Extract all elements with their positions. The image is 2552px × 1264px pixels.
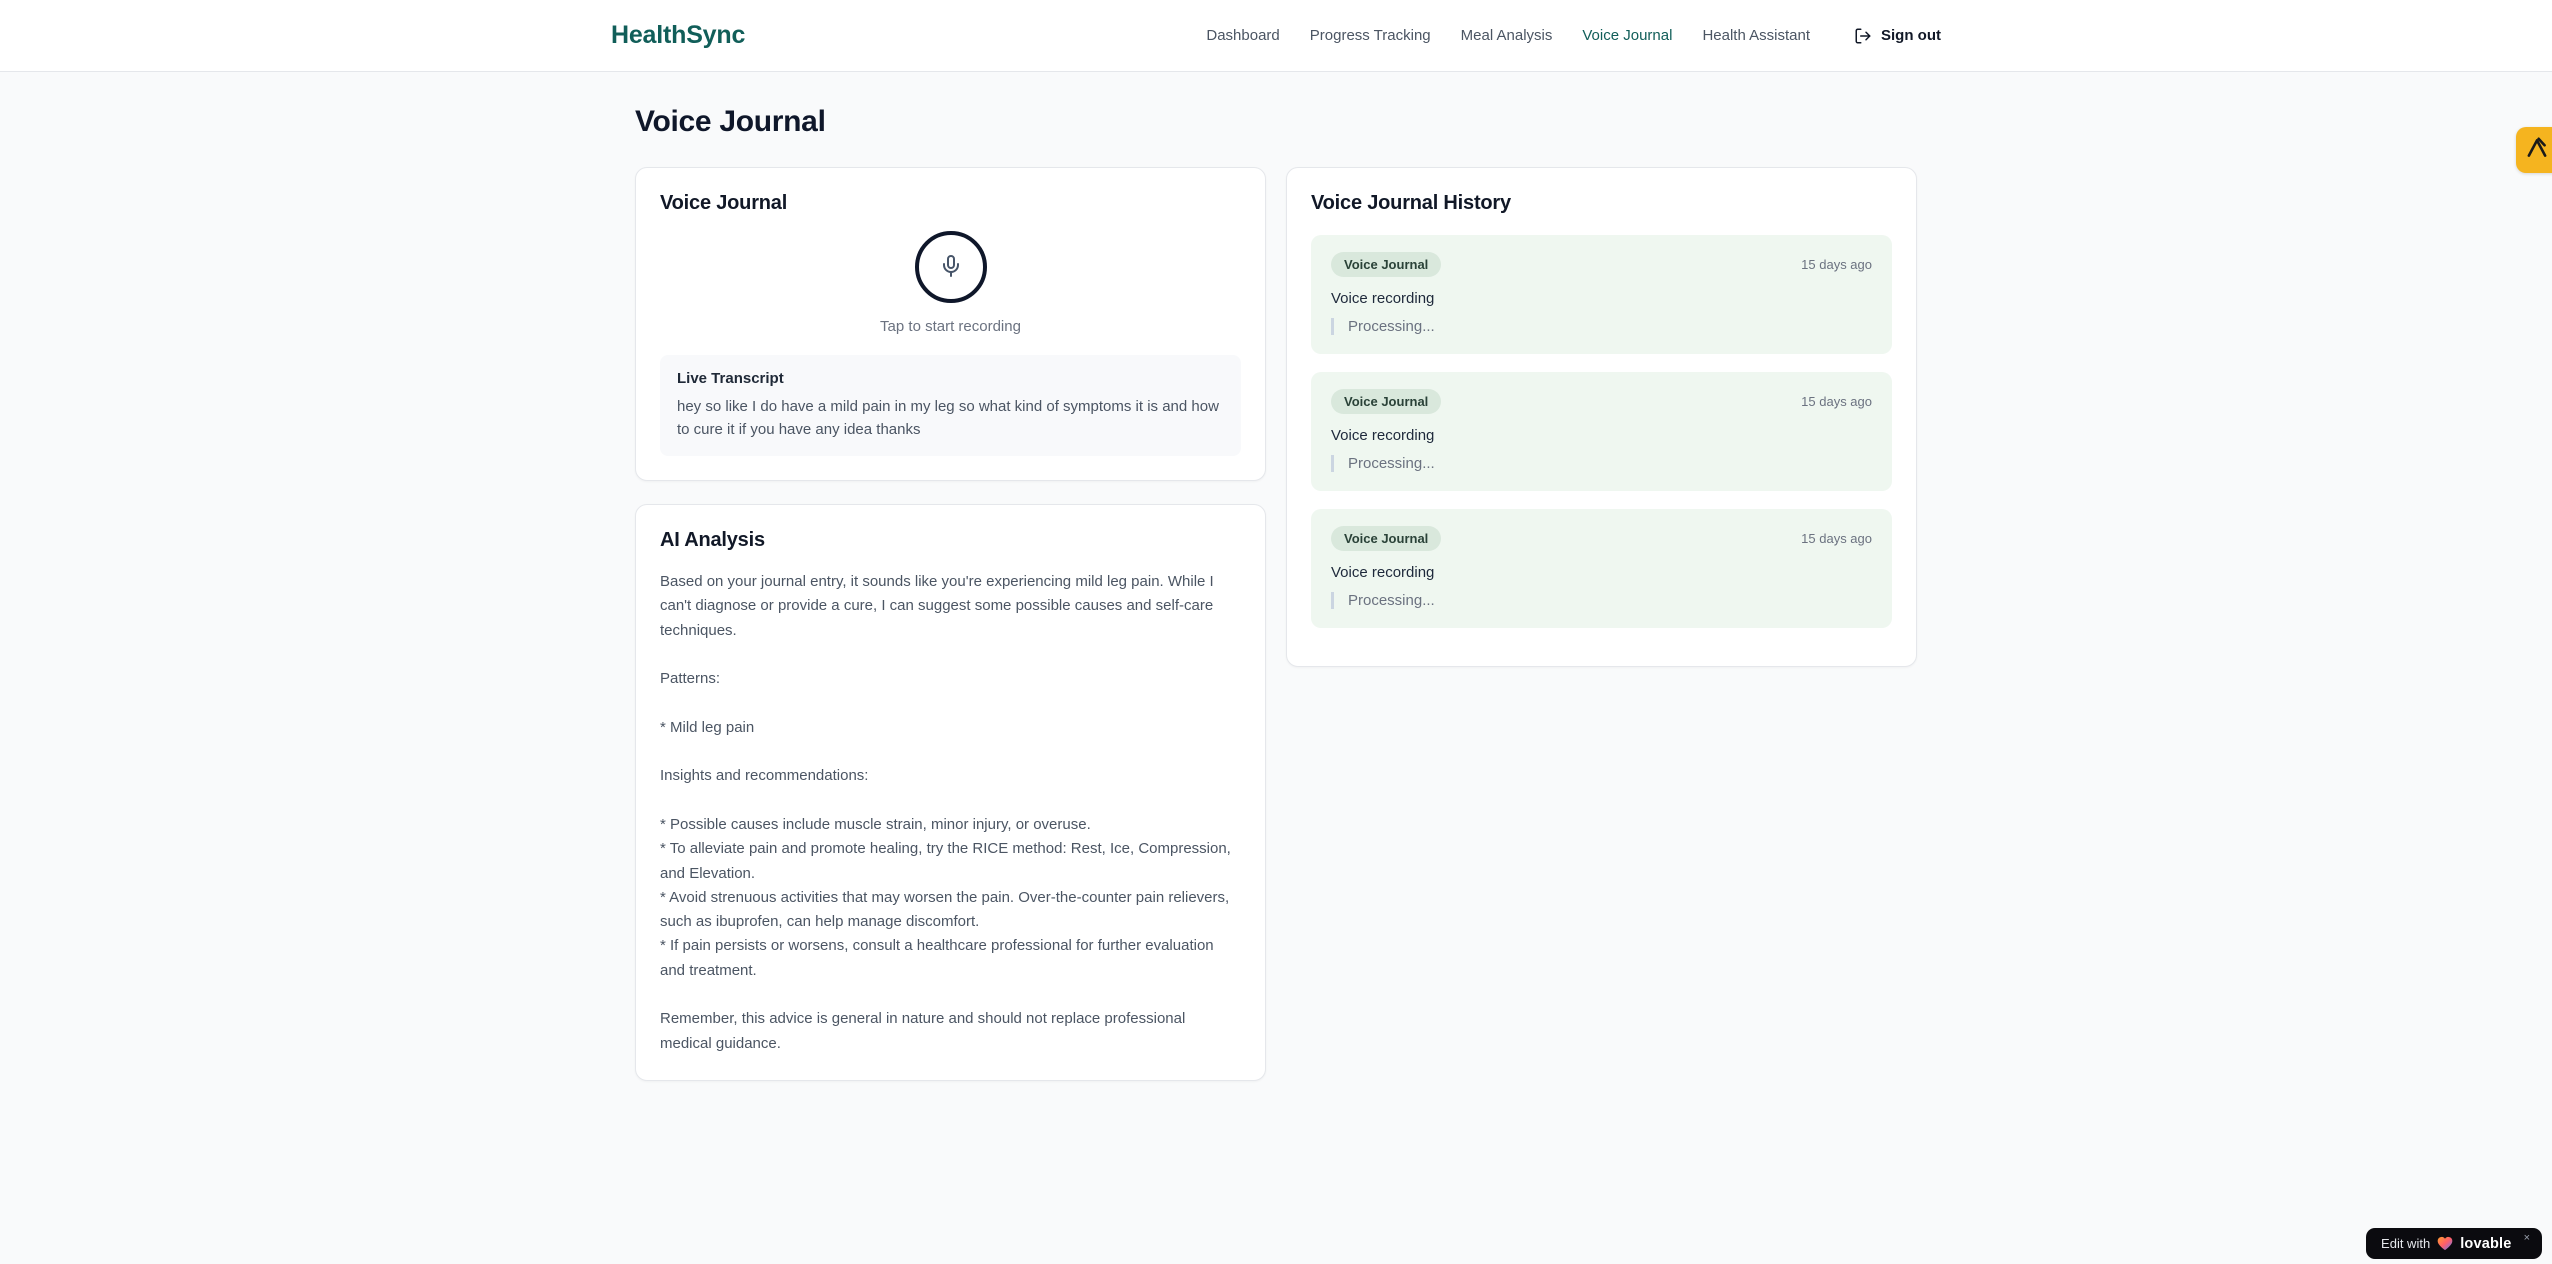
history-entry[interactable]: Voice Journal 15 days ago Voice recordin… <box>1311 235 1892 354</box>
gradient-heart-icon <box>2437 1236 2453 1251</box>
history-list: Voice Journal 15 days ago Voice recordin… <box>1311 235 1892 628</box>
top-navbar: HealthSync Dashboard Progress Tracking M… <box>0 0 2552 72</box>
nav-item-dashboard[interactable]: Dashboard <box>1206 27 1279 44</box>
entry-type-badge: Voice Journal <box>1331 252 1442 277</box>
right-column: Voice Journal History Voice Journal 15 d… <box>1286 167 1917 667</box>
history-card-title: Voice Journal History <box>1311 192 1511 214</box>
ai-analysis-card: AI Analysis Based on your journal entry,… <box>635 504 1266 1081</box>
app-logo[interactable]: HealthSync <box>611 21 745 50</box>
history-entry[interactable]: Voice Journal 15 days ago Voice recordin… <box>1311 372 1892 491</box>
record-button[interactable] <box>914 231 987 303</box>
ai-analysis-title: AI Analysis <box>660 529 765 551</box>
main-nav: Dashboard Progress Tracking Meal Analysi… <box>1206 27 1941 45</box>
entry-timestamp: 15 days ago <box>1801 394 1872 409</box>
entry-type-badge: Voice Journal <box>1331 389 1442 414</box>
edit-badge-brand: lovable <box>2460 1235 2512 1252</box>
nav-item-health-assistant[interactable]: Health Assistant <box>1702 27 1810 44</box>
live-transcript-text: hey so like I do have a mild pain in my … <box>677 398 1219 438</box>
recorder-card-title: Voice Journal <box>660 192 788 214</box>
left-column: Voice Journal Tap to start recording Liv… <box>635 167 1266 1081</box>
entry-timestamp: 15 days ago <box>1801 257 1872 272</box>
live-transcript-box: Live Transcript hey so like I do have a … <box>660 355 1241 456</box>
entry-timestamp: 15 days ago <box>1801 531 1872 546</box>
tap-to-record-hint: Tap to start recording <box>880 318 1021 335</box>
history-entry[interactable]: Voice Journal 15 days ago Voice recordin… <box>1311 509 1892 628</box>
edit-with-lovable-badge[interactable]: Edit with lovable × <box>2366 1228 2542 1259</box>
log-out-icon <box>1854 27 1872 45</box>
live-transcript-title: Live Transcript <box>677 370 784 387</box>
side-toolbar-badge[interactable] <box>2516 127 2552 173</box>
entry-status: Processing... <box>1331 318 1872 335</box>
sign-out-button[interactable]: Sign out <box>1854 27 1941 45</box>
entry-title: Voice recording <box>1331 564 1435 581</box>
microphone-icon <box>939 254 963 281</box>
entry-type-badge: Voice Journal <box>1331 526 1442 551</box>
edit-badge-close-icon[interactable]: × <box>2524 1232 2530 1244</box>
entry-title: Voice recording <box>1331 427 1435 444</box>
sign-out-label: Sign out <box>1881 27 1941 44</box>
entry-status: Processing... <box>1331 592 1872 609</box>
entry-status: Processing... <box>1331 455 1872 472</box>
entry-title: Voice recording <box>1331 290 1435 307</box>
edit-badge-prefix: Edit with <box>2381 1236 2431 1251</box>
main-content: Voice Journal Voice Journal Tap to start… <box>635 72 1917 1081</box>
ai-analysis-body: Based on your journal entry, it sounds l… <box>660 573 1231 1052</box>
page-title: Voice Journal <box>635 105 826 138</box>
side-badge-logo-icon <box>2524 135 2550 166</box>
voice-recorder-card: Voice Journal Tap to start recording Liv… <box>635 167 1266 481</box>
nav-item-meal-analysis[interactable]: Meal Analysis <box>1461 27 1553 44</box>
nav-item-voice-journal[interactable]: Voice Journal <box>1582 27 1672 44</box>
voice-journal-history-card: Voice Journal History Voice Journal 15 d… <box>1286 167 1917 667</box>
nav-item-progress-tracking[interactable]: Progress Tracking <box>1310 27 1431 44</box>
